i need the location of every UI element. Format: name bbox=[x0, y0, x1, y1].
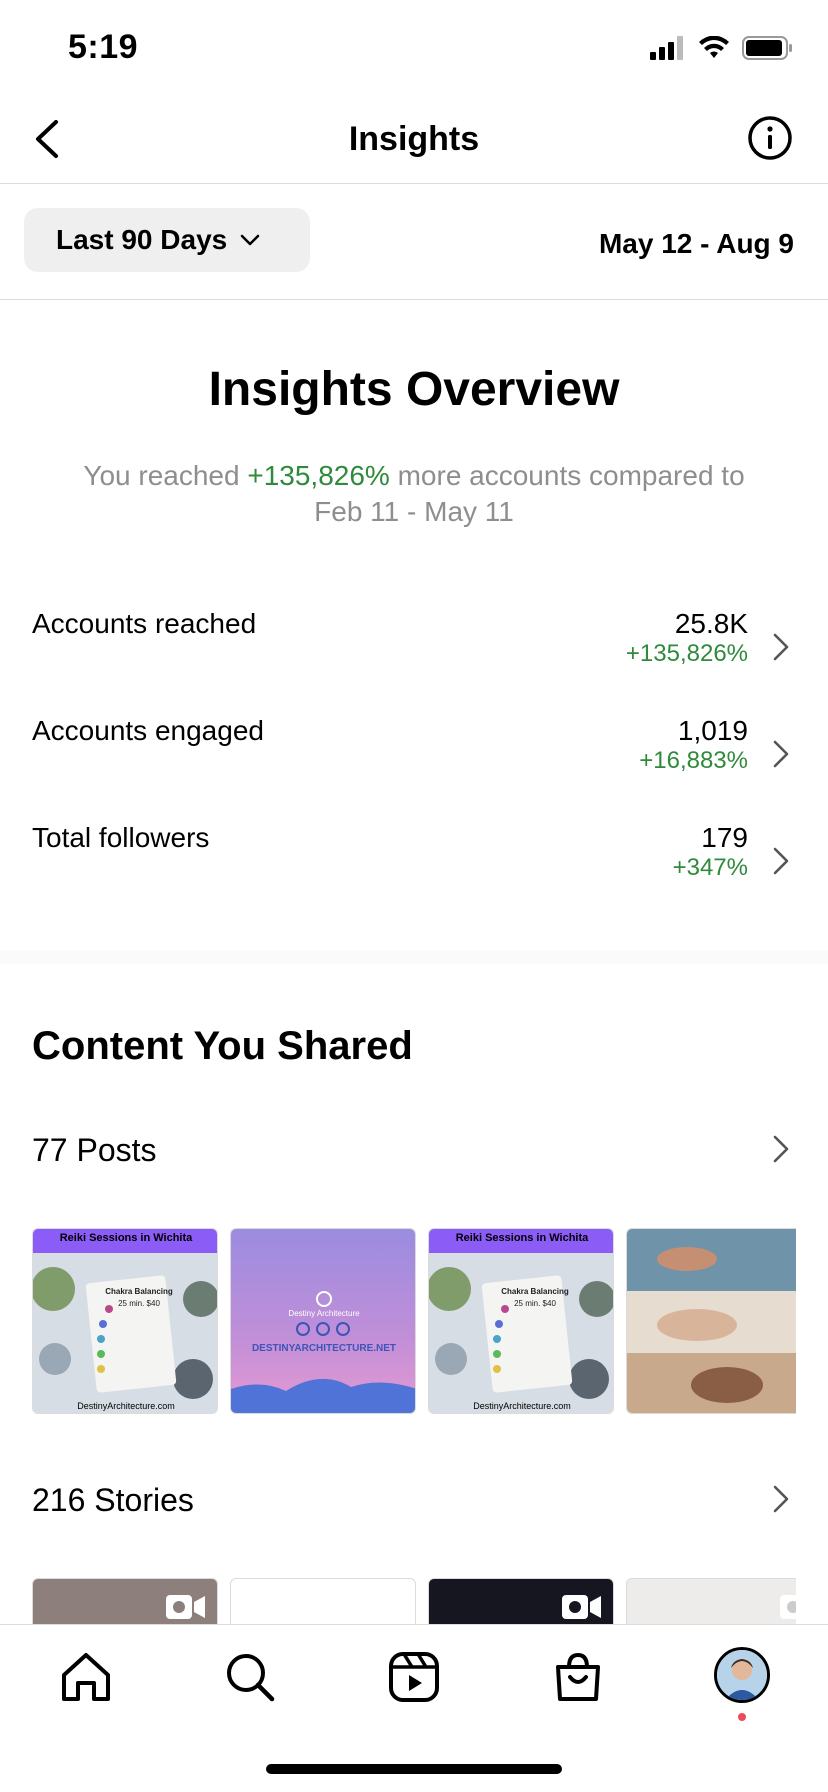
bottom-tab-bar bbox=[0, 1624, 828, 1792]
post-card-title: Chakra Balancing bbox=[105, 1287, 173, 1296]
post-thumbnail[interactable]: Reiki Sessions in Wichita Chakra Balanci… bbox=[32, 1228, 218, 1414]
date-range-dropdown[interactable]: Last 90 Days bbox=[24, 208, 310, 272]
metric-row-accounts-reached[interactable]: Accounts reached 25.8K +135,826% bbox=[0, 608, 828, 708]
post-thumbnail[interactable] bbox=[626, 1228, 796, 1414]
post-brand-text: Destiny Architecture bbox=[288, 1309, 360, 1318]
reels-icon[interactable] bbox=[386, 1649, 442, 1705]
post-thumbnail[interactable]: Destiny Architecture DESTINYARCHITECTURE… bbox=[230, 1228, 416, 1414]
date-range-dropdown-label: Last 90 Days bbox=[56, 224, 228, 255]
post-card-subtitle: 25 min. $40 bbox=[514, 1299, 556, 1308]
video-camera-icon bbox=[780, 1595, 796, 1619]
post-footer-text: DestinyArchitecture.com bbox=[473, 1401, 571, 1411]
stories-row[interactable]: 216 Stories bbox=[0, 1472, 828, 1532]
home-indicator bbox=[266, 1764, 562, 1774]
post-thumbnail-graphic bbox=[429, 1229, 613, 1413]
nav-header: Insights bbox=[0, 100, 828, 184]
metric-label: Accounts reached bbox=[32, 608, 257, 639]
metric-change: +16,883% bbox=[639, 747, 748, 774]
metric-value: 25.8K bbox=[674, 608, 748, 639]
post-footer-text: DestinyArchitecture.com bbox=[77, 1401, 175, 1411]
post-thumbnail-graphic bbox=[33, 1229, 217, 1413]
metric-label: Accounts engaged bbox=[32, 715, 264, 746]
avatar-image bbox=[717, 1650, 767, 1700]
chevron-right-icon bbox=[773, 1485, 789, 1513]
story-thumbnail[interactable] bbox=[428, 1578, 614, 1624]
posts-count-label: 77 Posts bbox=[32, 1132, 157, 1168]
content-section-title: Content You Shared bbox=[32, 1024, 413, 1068]
home-icon[interactable] bbox=[58, 1649, 114, 1705]
posts-row[interactable]: 77 Posts bbox=[0, 1122, 828, 1182]
video-camera-icon bbox=[562, 1595, 601, 1619]
post-card-subtitle: 25 min. $40 bbox=[118, 1299, 160, 1308]
page-title: Insights bbox=[348, 120, 480, 158]
chevron-down-icon bbox=[240, 234, 260, 246]
shop-icon[interactable] bbox=[550, 1649, 606, 1705]
story-thumbnail[interactable] bbox=[230, 1578, 416, 1624]
metric-value: 1,019 bbox=[677, 715, 748, 746]
video-camera-icon bbox=[166, 1595, 205, 1619]
post-card-title: Chakra Balancing bbox=[501, 1287, 569, 1296]
chevron-right-icon bbox=[773, 847, 789, 875]
overview-subtitle-prefix: You reached bbox=[83, 460, 248, 491]
date-filter-row: Last 90 Days May 12 - Aug 9 bbox=[0, 184, 828, 300]
search-icon[interactable] bbox=[222, 1649, 278, 1705]
post-thumbnail[interactable]: Reiki Sessions in Wichita Chakra Balanci… bbox=[428, 1228, 614, 1414]
metric-value: 179 bbox=[701, 822, 748, 853]
section-divider bbox=[0, 950, 828, 964]
overview-title: Insights Overview bbox=[208, 363, 620, 416]
status-bar: 5:19 bbox=[0, 0, 828, 100]
story-thumbnail[interactable] bbox=[32, 1578, 218, 1624]
info-icon[interactable] bbox=[746, 114, 794, 162]
date-range-text: May 12 - Aug 9 bbox=[598, 228, 794, 259]
status-icons bbox=[650, 36, 794, 60]
cellular-signal-icon bbox=[650, 36, 683, 60]
post-banner-text: Reiki Sessions in Wichita bbox=[59, 1232, 193, 1244]
post-thumbnail-graphic bbox=[231, 1229, 415, 1413]
metric-change: +135,826% bbox=[625, 640, 748, 667]
post-url-text: DESTINYARCHITECTURE.NET bbox=[251, 1343, 397, 1354]
overview-subtitle-highlight: +135,826% bbox=[247, 460, 390, 491]
metric-row-accounts-engaged[interactable]: Accounts engaged 1,019 +16,883% bbox=[0, 715, 828, 815]
stories-thumbnail-strip bbox=[32, 1578, 796, 1624]
post-banner-text: Reiki Sessions in Wichita bbox=[455, 1232, 589, 1244]
chevron-right-icon bbox=[773, 740, 789, 768]
chevron-right-icon bbox=[773, 633, 789, 661]
status-time: 5:19 bbox=[68, 28, 139, 66]
profile-avatar[interactable] bbox=[714, 1647, 770, 1703]
story-thumbnail[interactable] bbox=[626, 1578, 796, 1624]
notification-dot bbox=[738, 1713, 746, 1721]
stories-count-label: 216 Stories bbox=[32, 1482, 194, 1518]
wifi-icon bbox=[699, 36, 729, 58]
battery-icon bbox=[742, 36, 792, 60]
metric-row-total-followers[interactable]: Total followers 179 +347% bbox=[0, 822, 828, 922]
metric-label: Total followers bbox=[32, 822, 210, 853]
overview-subtitle: You reached +135,826% more accounts comp… bbox=[60, 458, 768, 530]
chevron-right-icon bbox=[773, 1135, 789, 1163]
posts-thumbnail-strip: Reiki Sessions in Wichita Chakra Balanci… bbox=[32, 1228, 796, 1414]
metric-change: +347% bbox=[672, 854, 748, 881]
post-thumbnail-graphic bbox=[627, 1229, 796, 1413]
